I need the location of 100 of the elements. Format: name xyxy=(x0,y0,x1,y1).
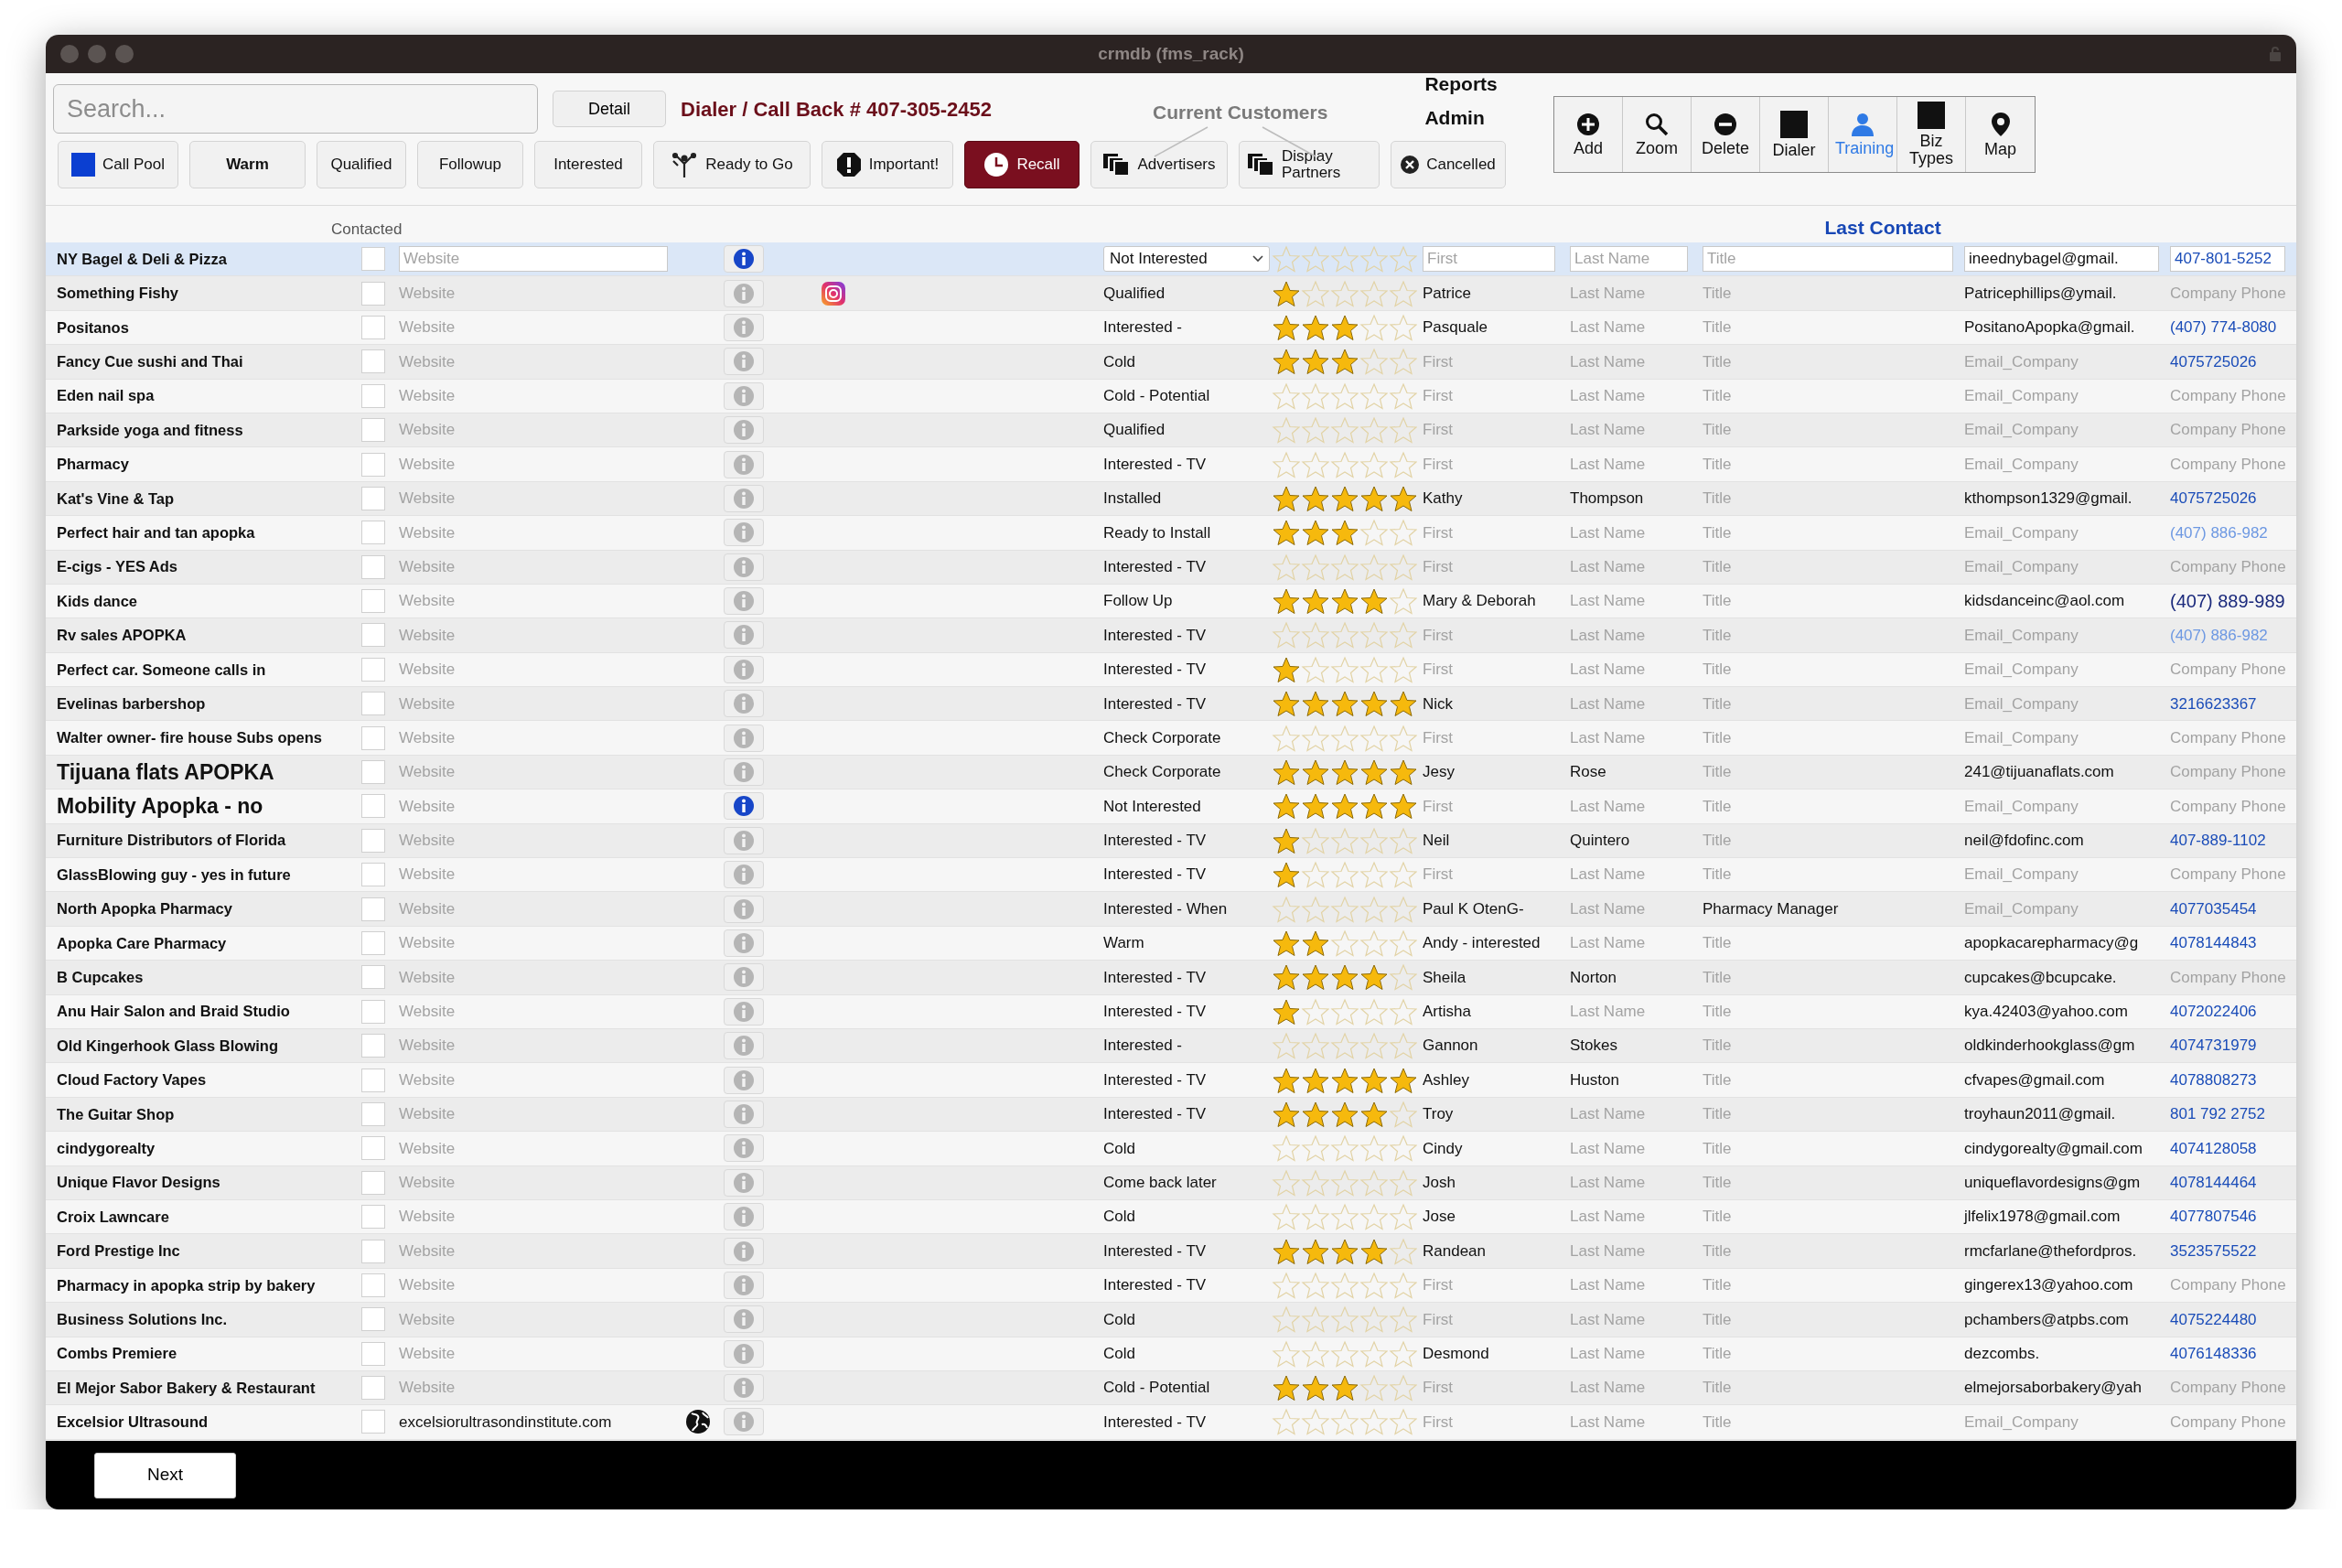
last-name-field[interactable]: Rose xyxy=(1570,763,1606,781)
record-row[interactable]: Tijuana flats APOPKA Website Check Corporate Jesy Rose Title 241@tijuanaflats.com Company Phone xyxy=(46,755,2296,790)
last-name-field[interactable]: Last Name xyxy=(1570,1174,1646,1191)
job-title-field[interactable]: Title xyxy=(1703,387,1732,404)
phone-link[interactable]: 4078808273 xyxy=(2170,1070,2257,1089)
job-title-field[interactable]: Title xyxy=(1703,352,1732,371)
record-row[interactable]: cindygorealty Website Cold Cindy Last Name Title cindygorealty@gmail.com 4074128058 xyxy=(46,1132,2296,1166)
website-field[interactable]: Website xyxy=(399,1208,456,1226)
job-title-field[interactable]: Title xyxy=(1703,1310,1732,1328)
first-name-field[interactable]: Neil xyxy=(1423,832,1450,850)
email-field[interactable]: oldkinderhookglass@gm xyxy=(1964,1036,2135,1055)
first-name-field[interactable]: Troy xyxy=(1423,1105,1454,1123)
job-title-field[interactable]: Title xyxy=(1703,318,1732,337)
website-field[interactable]: Website xyxy=(399,1344,456,1362)
record-row[interactable]: El Mejor Sabor Bakery & Restaurant Website Cold - Potential First Last Name Title elmejorsaborbakery@yah Company Phone xyxy=(46,1370,2296,1406)
record-row[interactable]: Ford Prestige Inc Website Interested - TV Randean Last Name Title rmcfarlane@thefordpros. 3523575522 xyxy=(46,1234,2296,1269)
email-field[interactable]: uniqueflavordesigns@gm xyxy=(1964,1174,2141,1191)
email-field[interactable]: kthompson1329@gmail. xyxy=(1964,489,2133,508)
record-row[interactable]: Mobility Apopka - no Website Not Interested First Last Name Title Email_Company Company Phone xyxy=(46,789,2296,824)
website-field[interactable]: Website xyxy=(399,284,456,302)
record-row[interactable]: Unique Flavor Designs Website Come back later Josh Last Name Title uniqueflavordesigns@gm 4078144464 xyxy=(46,1165,2296,1200)
toolbar-button[interactable]: Add xyxy=(1554,97,1623,172)
website-field[interactable]: Website xyxy=(399,421,456,439)
first-name-field[interactable]: First xyxy=(1423,557,1454,575)
contacted-checkbox[interactable] xyxy=(361,589,385,614)
website-field[interactable]: Website xyxy=(399,1276,456,1294)
phone-link[interactable]: 407-801-5252 xyxy=(2170,246,2285,273)
contacted-checkbox[interactable] xyxy=(361,1273,385,1297)
phone-link[interactable]: 4078144464 xyxy=(2170,1174,2257,1191)
contacted-checkbox[interactable] xyxy=(361,1307,385,1332)
filter-button[interactable]: Cancelled xyxy=(1391,141,1506,188)
phone-link[interactable]: 4075725026 xyxy=(2170,352,2257,371)
contacted-checkbox[interactable] xyxy=(361,794,385,819)
record-row[interactable]: Old Kingerhook Glass Blowing Website Interested - Gannon Stokes Title oldkinderhookglass@gm 4074731979 xyxy=(46,1029,2296,1064)
last-name-field[interactable]: Last Name xyxy=(1570,318,1646,337)
job-title-field[interactable]: Title xyxy=(1703,728,1732,746)
first-name-field[interactable]: Kathy xyxy=(1423,489,1463,508)
last-name-field[interactable]: Last Name xyxy=(1570,694,1646,713)
last-name-field[interactable]: Last Name xyxy=(1570,865,1646,884)
phone-field[interactable]: Company Phone xyxy=(2170,865,2286,884)
phone-link[interactable]: 801 792 2752 xyxy=(2170,1105,2265,1123)
first-name-field[interactable]: First xyxy=(1423,797,1454,815)
phone-field[interactable]: Company Phone xyxy=(2170,284,2286,302)
last-name-field[interactable]: Last Name xyxy=(1570,1344,1646,1362)
email-field[interactable]: jlfelix1978@gmail.com xyxy=(1964,1208,2121,1226)
first-name-field[interactable]: Andy - interested xyxy=(1423,934,1541,952)
contacted-checkbox[interactable] xyxy=(361,931,385,955)
job-title-field[interactable]: Title xyxy=(1703,1070,1732,1089)
contacted-checkbox[interactable] xyxy=(361,554,385,579)
contacted-checkbox[interactable] xyxy=(361,1410,385,1434)
job-title-field[interactable]: Title xyxy=(1703,284,1732,302)
job-title-field[interactable]: Title xyxy=(1703,934,1732,952)
contacted-checkbox[interactable] xyxy=(361,657,385,682)
record-row[interactable]: Fancy Cue sushi and Thai Website Cold First Last Name Title Email_Company 4075725026 xyxy=(46,345,2296,380)
email-field[interactable]: troyhaun2011@gmail. xyxy=(1964,1105,2116,1123)
phone-link[interactable]: 3216623367 xyxy=(2170,694,2257,713)
website-field[interactable]: Website xyxy=(399,455,456,473)
phone-link[interactable]: (407) 774-8080 xyxy=(2170,318,2277,337)
contacted-checkbox[interactable] xyxy=(361,725,385,750)
website-field[interactable]: Website xyxy=(399,1379,456,1397)
website-field[interactable]: Website xyxy=(399,1241,456,1260)
phone-link[interactable]: 4076148336 xyxy=(2170,1344,2257,1362)
job-title-field[interactable]: Title xyxy=(1703,1174,1732,1191)
record-row[interactable]: The Guitar Shop Website Interested - TV Troy Last Name Title troyhaun2011@gmail. 801 792 2752 xyxy=(46,1097,2296,1133)
website-field[interactable]: Website xyxy=(399,899,456,918)
first-name-field[interactable]: First xyxy=(1423,352,1454,371)
job-title-field[interactable]: Title xyxy=(1703,523,1732,542)
email-field[interactable]: elmejorsaborbakery@yah xyxy=(1964,1379,2142,1397)
contacted-checkbox[interactable] xyxy=(361,1376,385,1401)
job-title-field[interactable]: Title xyxy=(1703,1241,1732,1260)
filter-button[interactable]: Followup xyxy=(417,141,523,188)
last-name-field[interactable]: Last Name xyxy=(1570,1276,1646,1294)
status-dropdown[interactable]: Not Interested xyxy=(1103,246,1270,273)
record-row[interactable]: Excelsior Ultrasound excelsiorultrasondinstitute.com Interested - TV First Last Name Title Email_Company Company Phone xyxy=(46,1405,2296,1440)
menu-link[interactable]: Admin xyxy=(1424,103,1498,133)
job-title-field[interactable]: Title xyxy=(1703,455,1732,473)
record-row[interactable]: Kat's Vine & Tap Website Installed Kathy Thompson Title kthompson1329@gmail. 4075725026 xyxy=(46,481,2296,517)
filter-button[interactable]: Interested xyxy=(534,141,642,188)
last-name-field[interactable]: Last Name xyxy=(1570,797,1646,815)
first-name-field[interactable]: Ashley xyxy=(1423,1070,1470,1089)
first-name-field[interactable]: Cindy xyxy=(1423,1139,1463,1157)
phone-link[interactable]: 407-889-1102 xyxy=(2170,832,2266,850)
email-field[interactable]: apopkacarepharmacy@g xyxy=(1964,934,2139,952)
first-name-field[interactable]: Mary & Deborah xyxy=(1423,592,1536,610)
record-row[interactable]: Kids dance Website Follow Up Mary & Deborah Last Name Title kidsdanceinc@aol.com (407) 889-989 xyxy=(46,584,2296,619)
first-name-field[interactable]: First xyxy=(1423,1276,1454,1294)
window-button[interactable] xyxy=(115,45,134,63)
first-name-field[interactable]: Patrice xyxy=(1423,284,1471,302)
phone-field[interactable]: Company Phone xyxy=(2170,1412,2286,1431)
last-name-field[interactable]: Last Name xyxy=(1570,592,1646,610)
website-field[interactable]: Website xyxy=(399,694,456,713)
email-field[interactable]: kidsdanceinc@aol.com xyxy=(1964,592,2125,610)
email-field[interactable]: Email_Company xyxy=(1964,1412,2079,1431)
phone-field[interactable]: Company Phone xyxy=(2170,968,2286,986)
phone-link[interactable]: 4075725026 xyxy=(2170,489,2257,508)
contacted-checkbox[interactable] xyxy=(361,281,385,306)
email-field[interactable]: cindygorealty@gmail.com xyxy=(1964,1139,2143,1157)
email-field[interactable]: gingerex13@yahoo.com xyxy=(1964,1276,2133,1294)
last-name-field[interactable]: Quintero xyxy=(1570,832,1630,850)
first-name-field[interactable]: First xyxy=(1423,728,1454,746)
